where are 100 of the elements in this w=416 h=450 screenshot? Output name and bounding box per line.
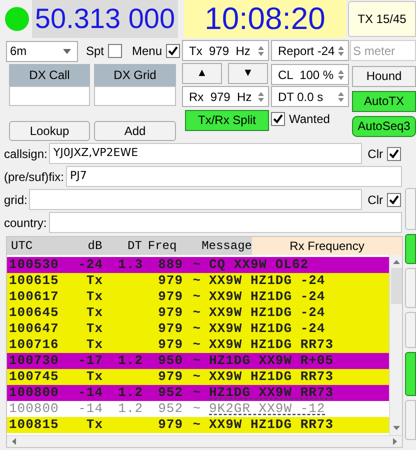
add-button[interactable]: Add: [94, 121, 176, 141]
column-header: Message: [202, 238, 252, 255]
filter-label: grid:: [4, 192, 28, 208]
table-cell-text: 1.2: [117, 400, 144, 418]
table-cell-text: Tx: [85, 368, 104, 386]
column-header: dB: [86, 238, 104, 255]
column-header: UTC: [11, 238, 34, 255]
table-cell-text: ~: [192, 288, 202, 306]
table-cell-text: 950: [157, 352, 184, 370]
up-button[interactable]: ▲: [182, 63, 222, 84]
table-cell-text: 100615: [9, 272, 60, 290]
table-cell-text: ~: [192, 400, 202, 418]
band-dropdown[interactable]: 6m: [6, 40, 78, 62]
message-cell-text: XX9W HZ1DG RR73: [209, 368, 335, 386]
wanted-label: Wanted: [289, 110, 330, 128]
message-cell-text: CQ XX9W OL62: [209, 256, 310, 274]
table-cell-text: 100800: [9, 384, 60, 402]
table-cell-text: 100745: [9, 368, 60, 386]
rx-frequency-spinbox[interactable]: Rx 979 Hz: [182, 86, 269, 107]
table-cell-text: 1.2: [117, 384, 144, 402]
tx-frequency-spinbox[interactable]: Tx 979 Hz: [182, 40, 269, 61]
table-cell-text: 100730: [9, 352, 60, 370]
menu-label: Menu: [132, 43, 162, 60]
table-cell-text: ~: [192, 384, 202, 402]
autotx-button[interactable]: AutoTX: [352, 90, 416, 112]
message-cell-text: HZ1DG XX9W RR73: [209, 384, 335, 402]
rx-frequency-title: Rx Frequency: [252, 237, 402, 255]
dt-spinbox[interactable]: DT 0.0 s: [271, 86, 349, 107]
table-cell-text: 100815: [9, 416, 60, 434]
table-cell-text: -17: [77, 352, 104, 370]
table-cell-text: 1.2: [117, 352, 144, 370]
message-cell-text: XX9W HZ1DG -24: [209, 272, 326, 290]
table-cell-text: ~: [192, 320, 202, 338]
message-cell-text: HZ1DG XX9W R+05: [209, 352, 335, 370]
column-header: DT: [126, 238, 143, 255]
table-cell-text: ~: [192, 416, 202, 434]
dx-call-header: DX Call: [9, 64, 90, 86]
table-cell-text: 100645: [9, 304, 60, 322]
decode-row[interactable]: 100815 Tx 979 ~ XX9W HZ1DG RR73: [7, 417, 389, 433]
table-cell-text: 1.3: [117, 256, 144, 274]
table-cell-text: ~: [192, 352, 202, 370]
clear-label: Clr: [368, 192, 383, 208]
table-cell-text: -14: [77, 400, 104, 418]
table-cell-text: 100716: [9, 336, 60, 354]
table-cell-text: ~: [192, 368, 202, 386]
table-cell-text: Tx: [85, 320, 104, 338]
table-cell-text: ~: [192, 304, 202, 322]
spot-label: Spt: [86, 43, 104, 60]
decode-row[interactable]: 100645 Tx 979 ~ XX9W HZ1DG -24: [7, 305, 389, 321]
table-cell-text: 952: [157, 384, 184, 402]
table-cell-text: ~: [192, 256, 202, 274]
decode-row[interactable]: 100716 Tx 979 ~ XX9W HZ1DG RR73: [7, 337, 389, 353]
decode-row[interactable]: 100647 Tx 979 ~ XX9W HZ1DG -24: [7, 321, 389, 337]
table-cell-text: Tx: [85, 304, 104, 322]
message-cell-text: XX9W HZ1DG -24: [209, 304, 326, 322]
message-cell-text: XX9W HZ1DG RR73: [209, 336, 335, 354]
table-cell-text: ~: [192, 272, 202, 290]
report-spinbox[interactable]: Report -24: [271, 40, 349, 61]
s-meter-field[interactable]: S meter: [350, 40, 416, 61]
lookup-button[interactable]: Lookup: [9, 121, 90, 141]
filter-label: callsign:: [4, 146, 48, 162]
table-cell-text: 979: [157, 288, 184, 306]
table-cell-text: 100800: [9, 400, 60, 418]
clock-display: 10:08:20: [184, 0, 346, 38]
filter-label: country:: [4, 214, 47, 232]
decode-row[interactable]: 100617 Tx 979 ~ XX9W HZ1DG -24: [7, 289, 389, 305]
table-cell-text: Tx: [85, 416, 104, 434]
filter-field[interactable]: PJ7: [66, 166, 402, 187]
dx-grid-header: DX Grid: [94, 64, 176, 86]
clear-label: Clr: [368, 146, 383, 162]
table-cell-text: 979: [157, 304, 184, 322]
table-cell-text: 979: [157, 272, 184, 290]
down-button[interactable]: ▼: [228, 63, 268, 84]
table-cell-text: Tx: [85, 288, 104, 306]
table-cell-text: -24: [77, 256, 104, 274]
decode-row[interactable]: 100745 Tx 979 ~ XX9W HZ1DG RR73: [7, 369, 389, 385]
table-cell-text: 979: [157, 368, 184, 386]
message-cell-text: XX9W HZ1DG -24: [209, 288, 326, 306]
tx-period-button[interactable]: TX 15/45: [348, 1, 416, 37]
table-cell-text: 979: [157, 336, 184, 354]
table-cell-text: 979: [157, 320, 184, 338]
hound-button[interactable]: Hound: [352, 66, 416, 86]
autoseq-button[interactable]: AutoSeq3: [352, 116, 416, 136]
table-cell-text: 100617: [9, 288, 60, 306]
column-header: Freq: [148, 238, 178, 255]
cl-spinbox[interactable]: CL 100 %: [271, 64, 349, 85]
table-cell-text: 979: [157, 416, 184, 434]
message-cell-text: XX9W HZ1DG RR73: [209, 416, 335, 434]
split-button[interactable]: Tx/Rx Split: [185, 110, 269, 130]
table-cell-text: -14: [77, 384, 104, 402]
decode-row[interactable]: 100615 Tx 979 ~ XX9W HZ1DG -24: [7, 273, 389, 289]
filter-field[interactable]: YJ0JXZ,VP2EWE: [49, 143, 362, 164]
table-cell-text: Tx: [85, 336, 104, 354]
table-cell-text: Tx: [85, 272, 104, 290]
message-cell-text: XX9W HZ1DG -24: [209, 320, 326, 338]
table-cell-text: 100530: [9, 256, 60, 274]
filter-label: (pre/suf)fix:: [4, 168, 64, 186]
table-cell-text: 889: [157, 256, 184, 274]
frequency-display: 50.313 000: [32, 0, 178, 38]
table-cell-text: 952: [157, 400, 184, 418]
